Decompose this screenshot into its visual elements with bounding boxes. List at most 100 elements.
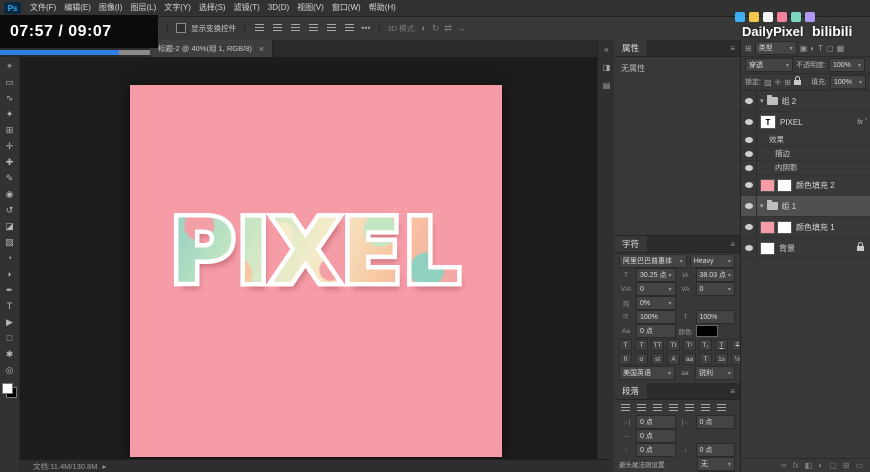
path-select-tool[interactable]: ▶: [1, 314, 18, 330]
menu-window[interactable]: 窗口(W): [328, 0, 365, 16]
justify-last-right-button[interactable]: [699, 402, 712, 415]
tab-properties[interactable]: 属性: [614, 40, 647, 56]
underline-button[interactable]: T: [715, 339, 728, 351]
menu-help[interactable]: 帮助(H): [365, 0, 400, 16]
layer-row-group-2[interactable]: ▾ 组 2: [741, 91, 870, 112]
canvas-area[interactable]: PIXEL PIXEL: [19, 57, 597, 459]
space-after-input[interactable]: 0 点: [696, 443, 736, 457]
layer-row-background[interactable]: 背景: [741, 238, 870, 259]
tracking-input[interactable]: 0▾: [696, 282, 736, 296]
eraser-tool[interactable]: ◪: [1, 218, 18, 234]
more-options-icon[interactable]: •••: [361, 23, 370, 33]
add-mask-icon[interactable]: ◧: [805, 461, 813, 470]
layer-mask-thumbnail[interactable]: [777, 221, 792, 234]
menu-file[interactable]: 文件(F): [26, 0, 60, 16]
blend-mode-select[interactable]: 穿透▾: [745, 58, 793, 72]
menu-3d[interactable]: 3D(D): [264, 0, 293, 16]
tab-character[interactable]: 字符: [614, 236, 647, 252]
space-before-input[interactable]: 0 点: [636, 443, 676, 457]
visibility-toggle[interactable]: [741, 175, 757, 195]
discretionary-ligatures-button[interactable]: st: [651, 353, 664, 365]
menu-layer[interactable]: 图层(L): [126, 0, 160, 16]
layer-style-icon[interactable]: fx: [793, 461, 799, 470]
filter-smart-icon[interactable]: ▦: [837, 44, 845, 53]
gradient-tool[interactable]: ▨: [1, 234, 18, 250]
baseline-shift-input[interactable]: 0 点: [636, 324, 676, 338]
foreground-color-swatch[interactable]: [2, 383, 13, 394]
visibility-toggle[interactable]: [741, 112, 757, 132]
healing-brush-tool[interactable]: ✚: [1, 154, 18, 170]
expand-arrow-icon[interactable]: ▾: [760, 202, 764, 210]
quick-select-tool[interactable]: ✦: [1, 106, 18, 122]
3d-slide-icon[interactable]: ↔: [457, 23, 466, 33]
align-text-center-button[interactable]: [635, 402, 648, 415]
font-family-select[interactable]: 阿里巴巴普惠体▾: [619, 254, 687, 268]
new-layer-icon[interactable]: ⊞: [843, 461, 850, 470]
link-layers-icon[interactable]: ∞: [781, 461, 787, 470]
align-right-button[interactable]: [289, 22, 302, 35]
filter-adjustment-icon[interactable]: ◐: [810, 44, 815, 53]
align-text-right-button[interactable]: [651, 402, 664, 415]
fill-layer-swatch[interactable]: [760, 179, 775, 192]
panel-menu-icon[interactable]: ≡: [730, 387, 735, 396]
font-size-input[interactable]: 30.25 点▾: [636, 268, 676, 282]
new-group-icon[interactable]: ▢: [829, 461, 837, 470]
color-swatches[interactable]: [2, 383, 17, 398]
justify-last-left-button[interactable]: [667, 402, 680, 415]
align-text-left-button[interactable]: [619, 402, 632, 415]
filter-type-select[interactable]: 类型▾: [755, 41, 797, 55]
filter-shape-icon[interactable]: ▢: [826, 44, 834, 53]
justify-last-center-button[interactable]: [683, 402, 696, 415]
history-brush-tool[interactable]: ↺: [1, 202, 18, 218]
dodge-tool[interactable]: ◗: [1, 266, 18, 282]
align-left-button[interactable]: [253, 22, 266, 35]
collapse-effects-icon[interactable]: ˆ: [865, 119, 867, 126]
first-line-indent-input[interactable]: 0 点: [636, 429, 676, 443]
kinsoku-select[interactable]: 无▾: [697, 457, 735, 471]
faux-bold-button[interactable]: T: [619, 339, 632, 351]
status-chevron-icon[interactable]: ▸: [102, 462, 106, 471]
justify-all-button[interactable]: [715, 402, 728, 415]
effects-header-row[interactable]: 效果: [741, 133, 870, 147]
lasso-tool[interactable]: ∿: [1, 90, 18, 106]
lock-position-icon[interactable]: ⊞: [784, 78, 791, 87]
small-caps-button[interactable]: Tt: [667, 339, 680, 351]
show-transform-checkbox[interactable]: [176, 23, 186, 33]
stylistic-alternates-button[interactable]: aa: [683, 353, 696, 365]
kerning-input[interactable]: 0▾: [636, 282, 676, 296]
faux-italic-button[interactable]: T: [635, 339, 648, 351]
titling-alternates-button[interactable]: A: [667, 353, 680, 365]
visibility-toggle[interactable]: [741, 196, 757, 216]
visibility-toggle[interactable]: [741, 217, 757, 237]
blur-tool[interactable]: ◔: [1, 250, 18, 266]
menu-filter[interactable]: 滤镜(T): [230, 0, 264, 16]
menu-select[interactable]: 选择(S): [195, 0, 230, 16]
close-tab-icon[interactable]: ×: [259, 44, 264, 54]
align-bottom-button[interactable]: [343, 22, 356, 35]
opacity-input[interactable]: 100%▾: [829, 58, 865, 72]
all-caps-button[interactable]: TT: [651, 339, 664, 351]
language-select[interactable]: 美国英语▾: [619, 366, 675, 380]
effect-row-inner-shadow[interactable]: 内阴影: [741, 161, 870, 175]
align-middle-button[interactable]: [325, 22, 338, 35]
move-tool[interactable]: ⌖: [1, 58, 18, 74]
indent-right-input[interactable]: 0 点: [696, 415, 736, 429]
effect-row-stroke[interactable]: 描边: [741, 147, 870, 161]
eyedropper-tool[interactable]: ✛: [1, 138, 18, 154]
3d-drag-icon[interactable]: ⇄: [444, 23, 452, 34]
lock-transparency-icon[interactable]: ▨: [764, 78, 772, 87]
filter-pixel-icon[interactable]: ▣: [800, 44, 808, 53]
crop-tool[interactable]: ⊞: [1, 122, 18, 138]
ligatures-button[interactable]: fi: [619, 353, 632, 365]
leading-input[interactable]: 38.03 点▾: [696, 268, 736, 282]
lock-all-icon[interactable]: [794, 80, 801, 85]
ordinals-button[interactable]: T: [699, 353, 712, 365]
visibility-toggle[interactable]: [741, 161, 757, 174]
delete-layer-icon[interactable]: ▭: [855, 461, 863, 470]
panel-menu-icon[interactable]: ≡: [730, 44, 735, 53]
type-tool[interactable]: T: [1, 298, 18, 314]
layer-row-color-fill-1[interactable]: 颜色填充 1: [741, 217, 870, 238]
clone-stamp-tool[interactable]: ◉: [1, 186, 18, 202]
align-top-button[interactable]: [307, 22, 320, 35]
antialias-select[interactable]: 锐利▾: [695, 366, 735, 380]
